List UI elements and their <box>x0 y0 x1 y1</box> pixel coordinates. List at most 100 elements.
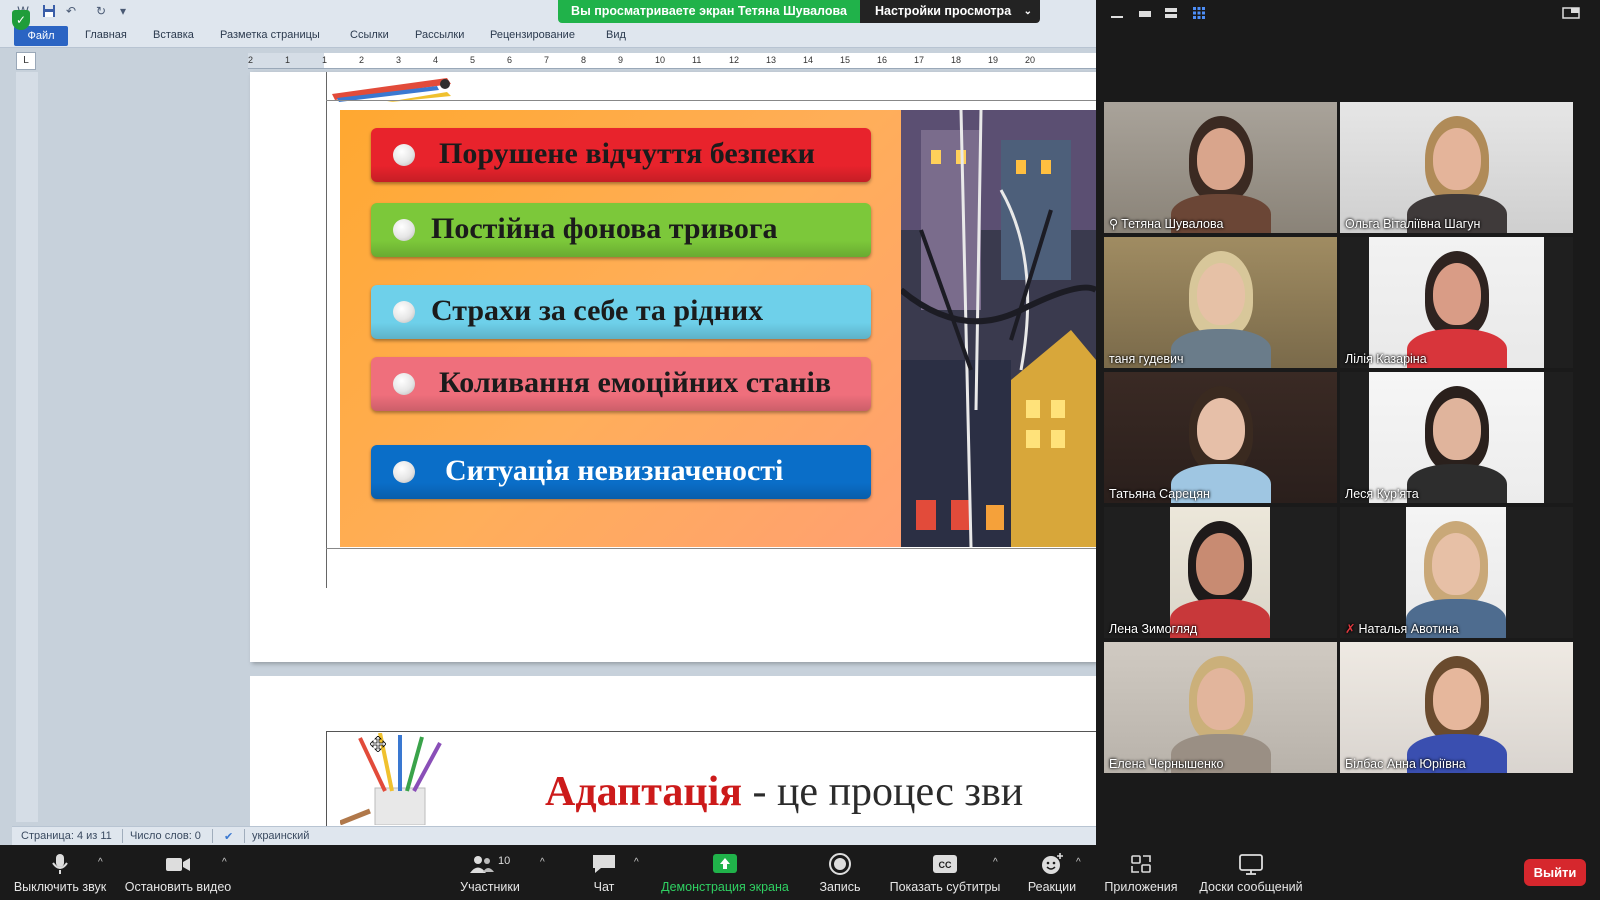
ruler-number: 1 <box>322 55 328 65</box>
tab-insert[interactable]: Вставка <box>153 29 194 41</box>
participant-video-tile[interactable]: Лена Зимогляд <box>1104 507 1337 638</box>
thumbnail-view-icon[interactable] <box>1164 6 1178 20</box>
ruler-number: 2 <box>359 55 365 65</box>
participant-video-tile[interactable]: Елена Чернышенко <box>1104 642 1337 773</box>
slide-bullet-text: Страхи за себе та рідних <box>431 294 764 327</box>
participant-body <box>1406 464 1507 503</box>
move-cursor-icon <box>370 736 386 752</box>
participants-label: Участники <box>460 880 520 894</box>
tab-stop-selector[interactable]: L <box>16 52 36 70</box>
horizontal-ruler[interactable]: 2 1 1 2 3 4 5 6 7 8 9 10 11 12 13 14 15 16 17 18 19 20 <box>248 53 1096 69</box>
participant-face <box>1196 668 1245 730</box>
speaker-view-icon[interactable] <box>1138 6 1152 20</box>
participant-video-tile[interactable]: Леся Кур'ята <box>1340 372 1573 503</box>
participant-video-tile[interactable]: ✗ Наталья Авотина <box>1340 507 1573 638</box>
participant-name: Білбас Анна Юріївна <box>1345 757 1466 771</box>
ruler-number: 18 <box>951 55 962 65</box>
participant-video-tile[interactable]: Білбас Анна Юріївна <box>1340 642 1573 773</box>
tab-review[interactable]: Рецензирование <box>490 29 575 41</box>
slide-bullet-text: Порушене відчуття безпеки <box>439 137 815 170</box>
mute-label: Выключить звук <box>13 880 107 894</box>
participant-video-tile[interactable]: Лілія Казаріна <box>1340 237 1573 368</box>
bullet-circle-icon <box>393 373 415 395</box>
participant-name: Ольга Віталіївна Шагун <box>1345 217 1481 231</box>
show-captions-button[interactable]: CC Показать субтитры <box>885 845 1005 900</box>
video-options-chevron-icon[interactable]: ^ <box>222 857 227 868</box>
whiteboards-button[interactable]: Доски сообщений <box>1192 845 1310 900</box>
reactions-button[interactable]: Реакции <box>1020 845 1084 900</box>
tab-mailings[interactable]: Рассылки <box>415 29 464 41</box>
share-screen-icon <box>713 854 737 873</box>
ruler-number: 20 <box>1025 55 1036 65</box>
leave-meeting-button[interactable]: Выйти <box>1524 859 1586 886</box>
participant-video-feed <box>1104 102 1337 233</box>
participant-name: таня гудевич <box>1109 352 1184 366</box>
word-ribbon-tabs: Файл Главная Вставка Разметка страницы С… <box>0 24 1096 48</box>
participant-name-label: Лена Зимогляд <box>1109 622 1197 636</box>
stop-video-button[interactable]: Остановить видео <box>118 845 238 900</box>
reactions-options-chevron-icon[interactable]: ^ <box>1076 857 1081 868</box>
ruler-number: 17 <box>914 55 925 65</box>
ruler-number: 15 <box>840 55 851 65</box>
tab-page-layout[interactable]: Разметка страницы <box>220 29 320 41</box>
participant-face <box>1196 398 1245 460</box>
stop-video-label: Остановить видео <box>124 880 232 894</box>
mute-button[interactable]: Выключить звук <box>5 845 115 900</box>
participant-face <box>1432 128 1481 190</box>
participant-name: Лілія Казаріна <box>1345 352 1427 366</box>
participant-name-label: Елена Чернышенко <box>1109 757 1223 771</box>
redo-icon[interactable]: ↻ <box>94 4 108 18</box>
ruler-number: 10 <box>655 55 666 65</box>
spellcheck-icon[interactable]: ✔ <box>224 830 233 843</box>
customize-toolbar-icon[interactable]: ▾ <box>116 4 130 18</box>
undo-icon[interactable]: ↶ <box>64 4 78 18</box>
slide-bullet-text: Ситуація невизначеності <box>445 454 784 487</box>
slide-bullet-item: Порушене відчуття безпеки <box>371 128 871 182</box>
illustration-night-houses <box>901 110 1096 547</box>
participant-video-feed <box>1104 372 1337 503</box>
share-screen-label: Демонстрация экрана <box>661 880 789 894</box>
viewing-screen-banner: Вы просматриваете экран Тетяна Шувалова <box>558 0 860 23</box>
tab-references[interactable]: Ссылки <box>350 29 389 41</box>
record-icon <box>829 853 851 875</box>
status-page-count[interactable]: Страница: 4 из 11 <box>21 830 112 842</box>
tab-view[interactable]: Вид <box>606 29 626 41</box>
ruler-number: 6 <box>507 55 513 65</box>
svg-text:CC: CC <box>939 860 952 870</box>
gallery-view-icon[interactable] <box>1192 6 1206 20</box>
closed-captions-icon: CC <box>933 855 957 873</box>
save-icon[interactable] <box>42 4 56 18</box>
participant-face <box>1196 263 1245 325</box>
ruler-number: 14 <box>803 55 814 65</box>
show-captions-label: Показать субтитры <box>889 880 1001 894</box>
participants-count: 10 <box>498 855 511 867</box>
participant-video-tile[interactable]: Татьяна Сарецян <box>1104 372 1337 503</box>
participant-video-tile[interactable]: таня гудевич <box>1104 237 1337 368</box>
participants-options-chevron-icon[interactable]: ^ <box>540 857 545 868</box>
chat-button[interactable]: Чат <box>582 845 626 900</box>
record-button[interactable]: Запись <box>810 845 870 900</box>
status-word-count[interactable]: Число слов: 0 <box>130 830 201 842</box>
participant-video-tile[interactable]: Ольга Віталіївна Шагун <box>1340 102 1573 233</box>
status-language[interactable]: украинский <box>252 830 309 842</box>
view-options-button[interactable]: Настройки просмотра ⌄ <box>860 0 1040 23</box>
participant-video-feed <box>1369 237 1544 368</box>
vertical-ruler <box>16 72 38 822</box>
chat-options-chevron-icon[interactable]: ^ <box>634 857 639 868</box>
reactions-label: Реакции <box>1027 880 1077 894</box>
share-screen-button[interactable]: Демонстрация экрана <box>655 845 795 900</box>
ruler-number: 19 <box>988 55 999 65</box>
exit-fullscreen-icon[interactable] <box>1562 6 1580 20</box>
tab-home[interactable]: Главная <box>85 29 127 41</box>
ruler-number: 1 <box>285 55 291 65</box>
captions-options-chevron-icon[interactable]: ^ <box>993 857 998 868</box>
participant-video-feed <box>1406 507 1506 638</box>
participants-button[interactable]: 10 Участники <box>448 845 532 900</box>
participant-video-tile[interactable]: ⚲ Тетяна Шувалова <box>1104 102 1337 233</box>
audio-options-chevron-icon[interactable]: ^ <box>98 857 103 868</box>
ruler-number: 5 <box>470 55 476 65</box>
apps-button[interactable]: Приложения <box>1098 845 1184 900</box>
minimize-icon[interactable] <box>1110 6 1124 20</box>
gallery-view-panel: ⚲ Тетяна Шувалова Ольга Віталіївна Шагун та… <box>1096 0 1600 845</box>
ruler-number: 8 <box>581 55 587 65</box>
